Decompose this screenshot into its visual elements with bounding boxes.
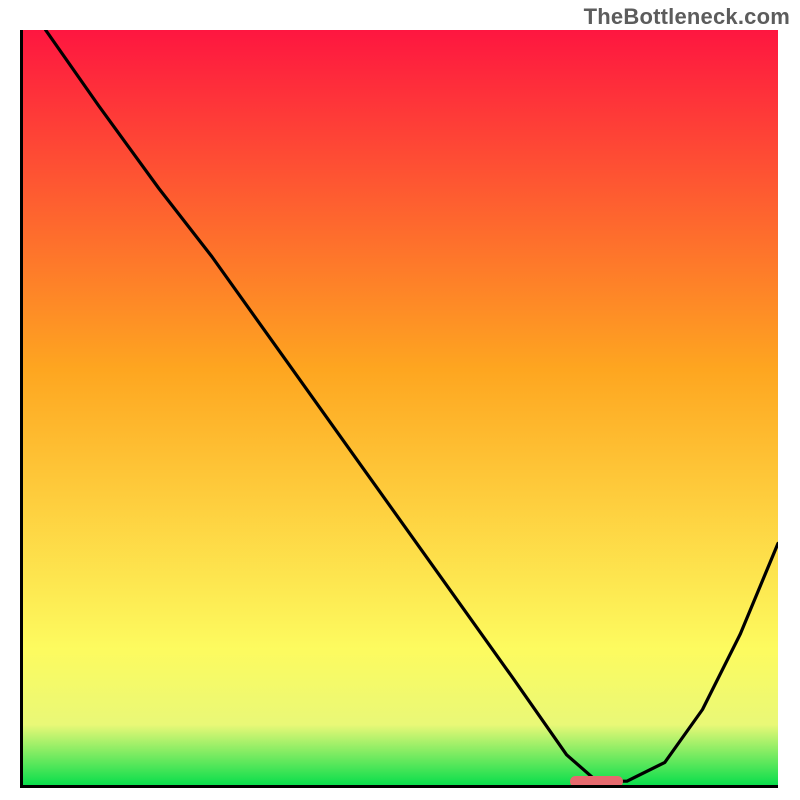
plot-area — [20, 30, 778, 788]
watermark-text: TheBottleneck.com — [584, 4, 790, 30]
optimal-marker — [570, 776, 623, 787]
bottleneck-curve — [46, 30, 778, 781]
chart-stage: TheBottleneck.com — [0, 0, 800, 800]
curve-layer — [23, 30, 778, 785]
